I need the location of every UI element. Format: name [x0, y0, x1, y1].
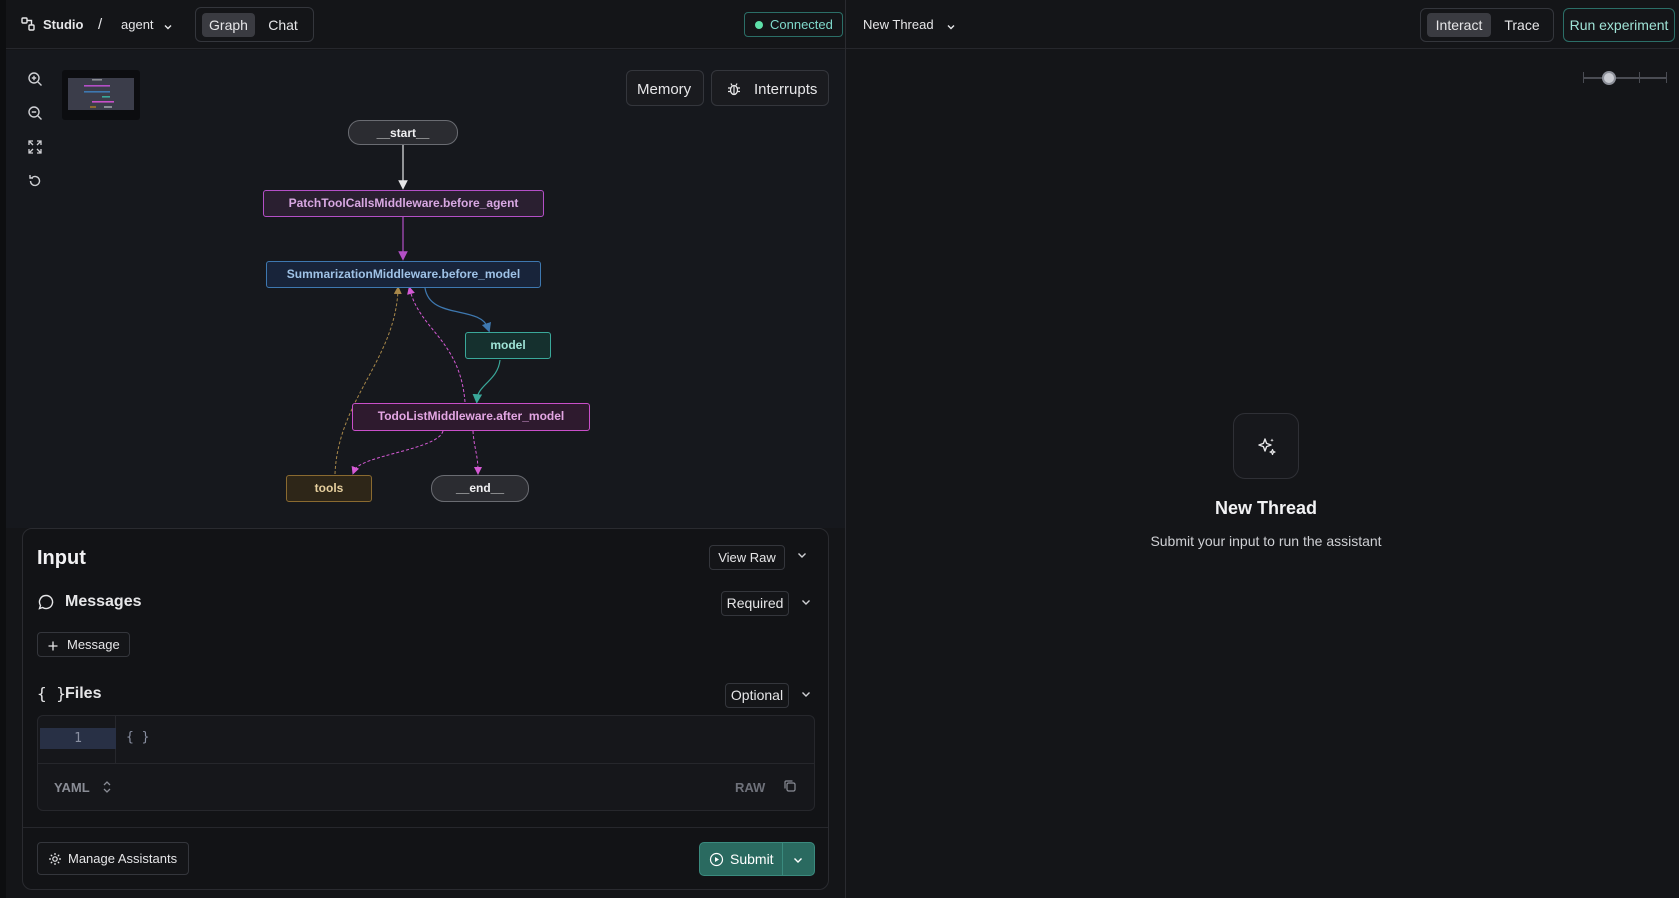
copy-icon[interactable]	[783, 779, 797, 798]
tab-interact[interactable]: Interact	[1427, 13, 1491, 37]
empty-state-icon-box	[1233, 413, 1299, 479]
thread-header: New Thread Interact Trace Run experiment	[846, 0, 1679, 49]
editor-footer: YAML RAW	[38, 763, 814, 810]
chevron-updown-icon[interactable]	[102, 779, 112, 800]
submit-button[interactable]: Submit	[730, 851, 774, 867]
zoom-slider-knob[interactable]	[1602, 71, 1616, 85]
gear-icon	[48, 852, 62, 869]
add-message-label: Message	[67, 637, 120, 652]
chevron-down-icon[interactable]	[946, 19, 956, 37]
node-summarization[interactable]: SummarizationMiddleware.before_model	[266, 261, 541, 288]
chevron-down-icon[interactable]	[792, 853, 804, 871]
submit-button-group: Submit	[699, 842, 815, 876]
node-start[interactable]: __start__	[348, 120, 458, 145]
manage-assistants-button[interactable]: Manage Assistants	[37, 842, 189, 875]
submit-divider	[782, 843, 783, 875]
slider-tick	[1639, 72, 1640, 83]
slider-tick	[1666, 72, 1667, 83]
files-optional-badge[interactable]: Optional	[725, 683, 789, 708]
panel-footer-divider	[23, 827, 828, 828]
editor-gutter: 1	[38, 716, 116, 763]
tab-trace[interactable]: Trace	[1497, 13, 1547, 37]
empty-state-subtitle: Submit your input to run the assistant	[1150, 533, 1382, 549]
pane-divider[interactable]	[845, 0, 846, 898]
zoom-slider-track[interactable]	[1583, 77, 1667, 79]
format-selector[interactable]: YAML	[54, 780, 90, 795]
node-model[interactable]: model	[465, 332, 551, 359]
sparkles-icon	[1255, 435, 1279, 464]
input-title: Input	[37, 547, 86, 569]
add-message-button[interactable]: Message	[37, 632, 130, 657]
messages-required-badge[interactable]: Required	[721, 591, 789, 616]
input-panel: Input View Raw Messages Required Message…	[22, 528, 829, 890]
files-editor[interactable]: 1 { } YAML RAW	[37, 715, 815, 811]
node-todolist[interactable]: TodoListMiddleware.after_model	[352, 403, 590, 431]
files-label: Files	[65, 685, 102, 702]
editor-content[interactable]: { }	[126, 730, 149, 745]
view-raw-button[interactable]: View Raw	[709, 545, 785, 570]
chevron-down-icon[interactable]	[796, 549, 808, 564]
chevron-down-icon[interactable]	[800, 688, 812, 703]
braces-icon: { }	[37, 684, 66, 703]
empty-state-title: New Thread	[1214, 498, 1318, 518]
chevron-down-icon[interactable]	[800, 596, 812, 611]
chat-bubble-icon	[37, 593, 55, 616]
run-experiment-button[interactable]: Run experiment	[1563, 8, 1675, 42]
mode-toggle: Interact Trace	[1420, 8, 1554, 42]
messages-label: Messages	[65, 593, 142, 610]
raw-toggle[interactable]: RAW	[735, 780, 765, 795]
line-number: 1	[40, 728, 116, 749]
play-circle-icon[interactable]	[709, 852, 724, 872]
plus-icon	[47, 639, 59, 655]
run-experiment-label: Run experiment	[1569, 17, 1669, 33]
node-end[interactable]: __end__	[431, 475, 529, 502]
node-tools[interactable]: tools	[286, 475, 372, 502]
manage-assistants-label: Manage Assistants	[68, 851, 178, 866]
thread-selector[interactable]: New Thread	[863, 17, 934, 32]
node-patch-tool-calls[interactable]: PatchToolCallsMiddleware.before_agent	[263, 190, 544, 217]
slider-tick	[1583, 72, 1584, 83]
